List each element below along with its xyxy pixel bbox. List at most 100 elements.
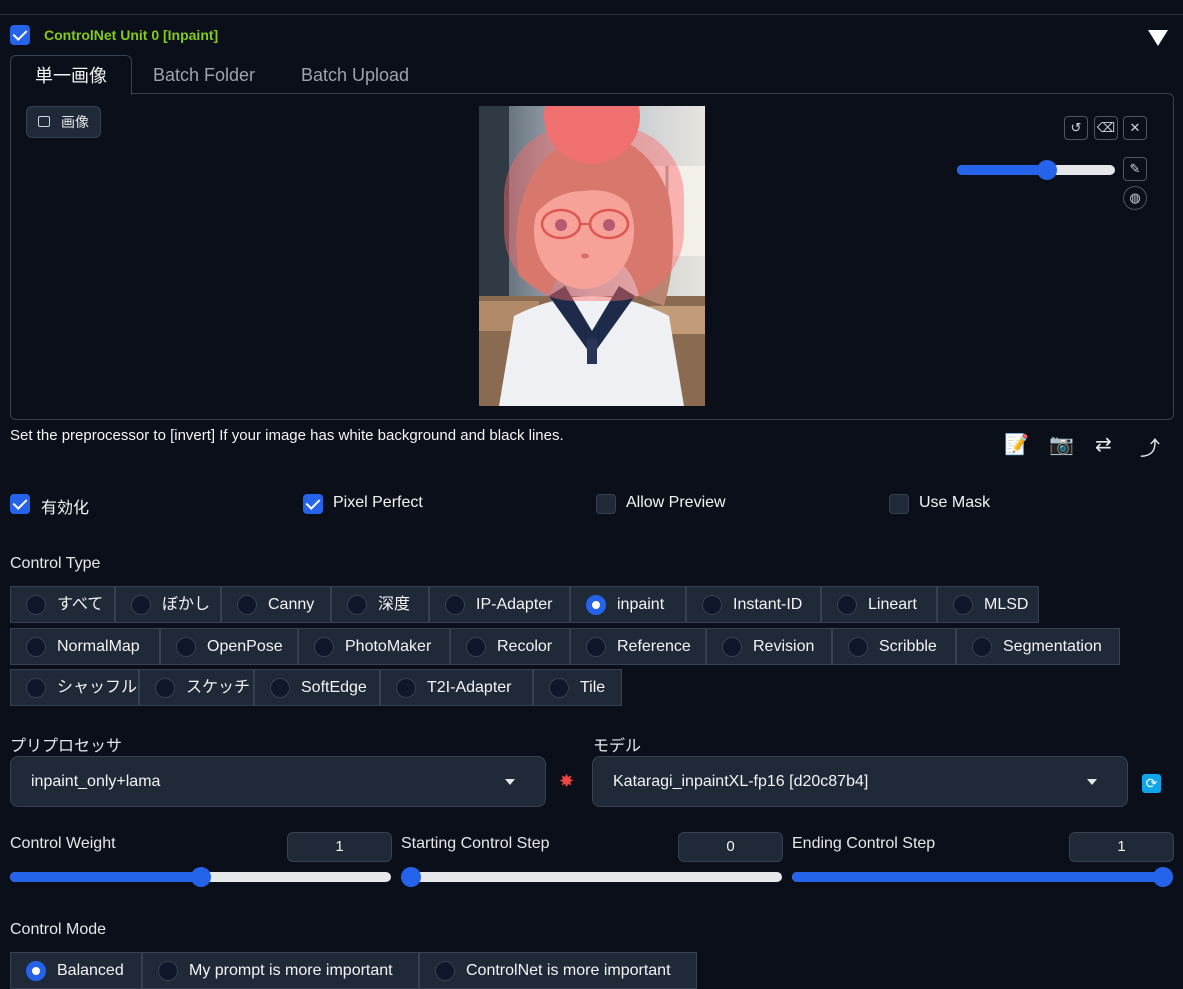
eraser-icon[interactable]: ⌫ <box>1094 116 1118 140</box>
tab-single-image[interactable]: 単一画像 <box>10 55 132 95</box>
send-arrow-icon[interactable]: ⤴ <box>1140 432 1160 461</box>
refresh-icon[interactable]: ⟳ <box>1142 774 1161 793</box>
control-type-option[interactable]: IP-Adapter <box>429 586 570 623</box>
use-mask-checkbox[interactable] <box>889 494 909 514</box>
model-label: モデル <box>593 738 642 755</box>
close-icon[interactable]: ✕ <box>1123 116 1147 140</box>
collapse-triangle-icon[interactable] <box>1148 30 1168 46</box>
model-dropdown[interactable]: Kataragi_inpaintXL-fp16 [d20c87b4] <box>592 756 1128 807</box>
top-divider <box>0 14 1183 15</box>
control-weight-label: Control Weight <box>10 835 116 852</box>
control-type-option[interactable]: OpenPose <box>160 628 298 665</box>
option-label: シャッフル <box>57 679 138 696</box>
control-type-option[interactable]: SoftEdge <box>254 669 380 706</box>
slider-knob[interactable] <box>1153 867 1173 887</box>
option-label: IP-Adapter <box>476 596 553 613</box>
swap-arrows-icon[interactable]: ⇄ <box>1095 432 1112 457</box>
starting-step-slider[interactable] <box>401 867 782 887</box>
allow-preview-label: Allow Preview <box>626 494 726 511</box>
option-label: Reference <box>617 638 691 655</box>
option-label: スケッチ <box>186 679 251 696</box>
enable-checkbox[interactable] <box>10 494 30 514</box>
image-label: 画像 <box>26 106 101 138</box>
option-label: MLSD <box>984 596 1029 613</box>
inpaint-canvas-image[interactable] <box>479 106 705 406</box>
option-label: Tile <box>580 679 606 696</box>
notepad-icon[interactable]: 📝 <box>1004 432 1029 457</box>
radio-icon <box>155 678 175 698</box>
ending-step-slider[interactable] <box>792 867 1173 887</box>
image-icon <box>38 116 50 127</box>
preprocessor-dropdown[interactable]: inpaint_only+lama <box>10 756 546 807</box>
radio-icon <box>26 637 46 657</box>
unit-enable-checkbox[interactable] <box>10 25 30 45</box>
radio-icon <box>972 637 992 657</box>
control-type-option[interactable]: PhotoMaker <box>298 628 450 665</box>
control-type-option[interactable]: すべて <box>10 586 115 623</box>
option-label: 深度 <box>378 596 411 613</box>
option-label: Recolor <box>497 638 553 655</box>
preprocessor-hint: Set the preprocessor to [invert] If your… <box>10 427 564 444</box>
image-label-text: 画像 <box>61 114 89 130</box>
control-type-option[interactable]: Instant-ID <box>686 586 821 623</box>
unit-title: ControlNet Unit 0 [Inpaint] <box>44 27 219 43</box>
camera-icon[interactable]: 📷 <box>1049 432 1074 457</box>
radio-icon <box>270 678 290 698</box>
option-label: ControlNet is more important <box>466 962 671 979</box>
brush-size-slider[interactable] <box>957 160 1115 180</box>
undo-icon[interactable]: ↺ <box>1064 116 1088 140</box>
control-type-option[interactable]: Scribble <box>832 628 956 665</box>
control-type-option[interactable]: NormalMap <box>10 628 160 665</box>
control-mode-option[interactable]: ControlNet is more important <box>419 952 697 989</box>
control-type-option[interactable]: Revision <box>706 628 832 665</box>
radio-icon <box>586 595 606 615</box>
starting-step-input[interactable]: 0 <box>678 832 783 862</box>
control-mode-option[interactable]: My prompt is more important <box>142 952 419 989</box>
ending-step-label: Ending Control Step <box>792 835 936 852</box>
option-label: Instant-ID <box>733 596 803 613</box>
control-type-option[interactable]: Recolor <box>450 628 570 665</box>
option-label: Segmentation <box>1003 638 1102 655</box>
radio-icon <box>586 637 606 657</box>
run-preprocessor-icon[interactable]: ✸ <box>559 771 574 792</box>
radio-icon <box>26 961 46 981</box>
ending-step-input[interactable]: 1 <box>1069 832 1174 862</box>
control-type-option[interactable]: ぼかし <box>115 586 221 623</box>
control-type-option[interactable]: 深度 <box>331 586 429 623</box>
radio-icon <box>702 595 722 615</box>
control-type-option[interactable]: Segmentation <box>956 628 1120 665</box>
slider-knob[interactable] <box>401 867 421 887</box>
control-type-option[interactable]: Lineart <box>821 586 937 623</box>
control-type-option[interactable]: スケッチ <box>139 669 254 706</box>
tab-batch-upload[interactable]: Batch Upload <box>301 55 409 94</box>
control-type-option[interactable]: Tile <box>533 669 622 706</box>
pixel-perfect-label: Pixel Perfect <box>333 494 423 511</box>
radio-icon <box>435 961 455 981</box>
option-label: inpaint <box>617 596 665 613</box>
control-type-option[interactable]: Reference <box>570 628 706 665</box>
pixel-perfect-checkbox[interactable] <box>303 494 323 514</box>
control-mode-label: Control Mode <box>10 921 107 938</box>
palette-icon[interactable]: ◍ <box>1123 186 1147 210</box>
tab-batch-folder[interactable]: Batch Folder <box>153 55 255 94</box>
option-label: OpenPose <box>207 638 283 655</box>
option-label: Revision <box>753 638 815 655</box>
control-type-option[interactable]: シャッフル <box>10 669 139 706</box>
option-label: NormalMap <box>57 638 140 655</box>
brush-icon[interactable]: ✎ <box>1123 157 1147 181</box>
use-mask-label: Use Mask <box>919 494 991 511</box>
control-type-option[interactable]: T2I-Adapter <box>380 669 533 706</box>
control-type-option-selected[interactable]: inpaint <box>570 586 686 623</box>
control-type-option[interactable]: MLSD <box>937 586 1039 623</box>
control-type-option[interactable]: Canny <box>221 586 331 623</box>
control-weight-input[interactable]: 1 <box>287 832 392 862</box>
radio-icon <box>445 595 465 615</box>
control-mode-option-selected[interactable]: Balanced <box>10 952 142 989</box>
allow-preview-checkbox[interactable] <box>596 494 616 514</box>
option-label: My prompt is more important <box>189 962 393 979</box>
radio-icon <box>26 595 46 615</box>
slider-knob[interactable] <box>190 867 211 887</box>
radio-icon <box>396 678 416 698</box>
option-label: ぼかし <box>162 596 211 613</box>
control-weight-slider[interactable] <box>10 867 391 887</box>
